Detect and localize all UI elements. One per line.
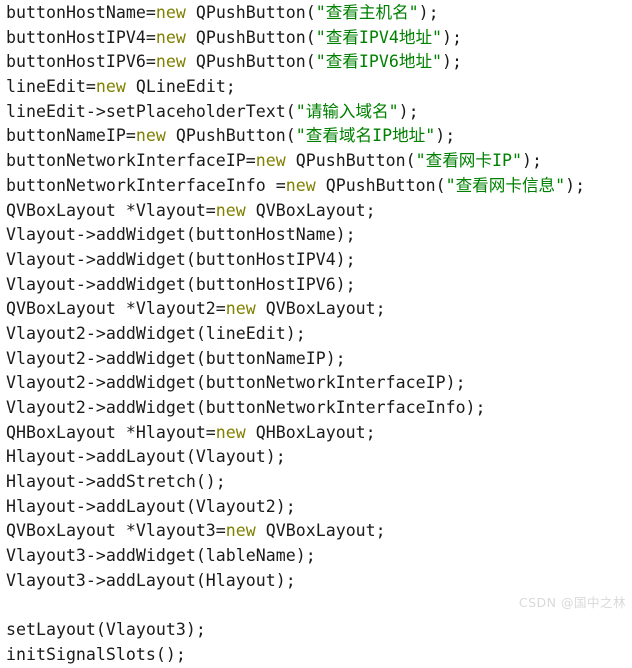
code-token-plain: ); [565, 175, 586, 195]
code-token-keyword: new [225, 521, 256, 541]
code-token-plain: QVBoxLayout; [255, 299, 386, 319]
code-token-plain: lineEdit->setPlaceholderText( [6, 101, 296, 121]
code-token-plain: QHBoxLayout *Hlayout= [6, 422, 216, 442]
code-block[interactable]: buttonHostName=new QPushButton("查看主机名");… [0, 0, 632, 664]
code-token-string: "查看IPV4地址" [315, 27, 443, 47]
code-token-keyword: new [155, 27, 186, 47]
code-line: initSignalSlots(); [6, 643, 632, 668]
code-line: Vlayout->addWidget(buttonHostIPV6); [6, 273, 632, 298]
code-token-keyword: new [225, 299, 256, 319]
code-line: buttonHostIPV4=new QPushButton("查看IPV4地址… [6, 26, 632, 51]
code-line: Vlayout->addWidget(buttonHostIPV4); [6, 248, 632, 273]
code-token-string: "请输入域名" [295, 101, 399, 121]
code-token-plain: QPushButton( [315, 175, 446, 195]
code-token-plain: Hlayout->addLayout(Vlayout); [6, 447, 286, 467]
code-line: Vlayout2->addWidget(buttonNetworkInterfa… [6, 396, 632, 421]
code-token-plain: QVBoxLayout *Vlayout= [6, 200, 216, 220]
code-token-plain: QVBoxLayout; [245, 200, 376, 220]
code-line: Vlayout3->addWidget(lableName); [6, 544, 632, 569]
code-token-plain: QPushButton( [185, 52, 316, 72]
code-line: QVBoxLayout *Vlayout3=new QVBoxLayout; [6, 519, 632, 544]
code-token-plain: Hlayout->addLayout(Vlayout2); [6, 496, 296, 516]
code-token-plain: Vlayout3->addLayout(Hlayout); [6, 570, 296, 590]
code-token-plain: ); [435, 126, 456, 146]
code-line: setLayout(Vlayout3); [6, 618, 632, 643]
code-token-plain: buttonNameIP= [6, 126, 136, 146]
code-token-plain: initSignalSlots(); [6, 644, 186, 664]
code-token-keyword: new [255, 151, 286, 171]
code-token-plain: buttonHostIPV4= [6, 27, 156, 47]
code-line: lineEdit->setPlaceholderText("请输入域名"); [6, 100, 632, 125]
code-token-string: "查看IPV6地址" [315, 52, 443, 72]
code-token-plain: QPushButton( [285, 151, 416, 171]
code-line: Vlayout2->addWidget(buttonNetworkInterfa… [6, 371, 632, 396]
code-line: buttonHostIPV6=new QPushButton("查看IPV6地址… [6, 50, 632, 75]
code-token-plain: Vlayout2->addWidget(lineEdit); [6, 323, 306, 343]
code-token-plain: buttonNetworkInterfaceIP= [6, 151, 256, 171]
code-line: QHBoxLayout *Hlayout=new QHBoxLayout; [6, 421, 632, 446]
code-token-plain: Vlayout->addWidget(buttonHostIPV6); [6, 274, 356, 294]
code-token-plain: setLayout(Vlayout3); [6, 620, 206, 640]
code-token-keyword: new [135, 126, 166, 146]
code-token-plain: QVBoxLayout *Vlayout3= [6, 521, 226, 541]
code-token-plain: Vlayout3->addWidget(lableName); [6, 546, 316, 566]
code-token-keyword: new [155, 52, 186, 72]
code-token-plain: QPushButton( [165, 126, 296, 146]
code-line: QVBoxLayout *Vlayout2=new QVBoxLayout; [6, 297, 632, 322]
code-token-keyword: new [215, 422, 246, 442]
code-token-plain: buttonNetworkInterfaceInfo = [6, 175, 286, 195]
code-token-plain: ); [398, 101, 419, 121]
code-line: Vlayout2->addWidget(lineEdit); [6, 322, 632, 347]
code-token-string: "查看主机名" [315, 3, 419, 22]
code-token-plain: Vlayout->addWidget(buttonHostName); [6, 225, 356, 245]
code-token-keyword: new [155, 3, 186, 22]
code-token-plain: lineEdit= [6, 77, 96, 97]
code-token-plain: ); [418, 3, 439, 22]
code-token-plain: Vlayout2->addWidget(buttonNetworkInterfa… [6, 398, 486, 417]
code-token-string: "查看域名IP地址" [295, 126, 436, 146]
code-line: buttonHostName=new QPushButton("查看主机名"); [6, 1, 632, 26]
code-line: lineEdit=new QLineEdit; [6, 75, 632, 100]
code-line: buttonNameIP=new QPushButton("查看域名IP地址")… [6, 124, 632, 149]
code-token-keyword: new [95, 77, 126, 97]
code-token-plain: buttonHostIPV6= [6, 52, 156, 72]
code-line: Vlayout2->addWidget(buttonNameIP); [6, 347, 632, 372]
code-token-plain: QPushButton( [185, 3, 316, 22]
code-token-plain: buttonHostName= [6, 3, 156, 22]
code-token-plain: Vlayout->addWidget(buttonHostIPV4); [6, 249, 356, 269]
code-line: Vlayout->addWidget(buttonHostName); [6, 223, 632, 248]
code-token-plain: QHBoxLayout; [245, 422, 376, 442]
code-token-plain: Vlayout2->addWidget(buttonNetworkInterfa… [6, 373, 466, 393]
code-line: QVBoxLayout *Vlayout=new QVBoxLayout; [6, 199, 632, 224]
code-line: Hlayout->addLayout(Vlayout); [6, 445, 632, 470]
code-token-plain: ); [442, 27, 463, 47]
code-token-plain: QVBoxLayout; [255, 521, 386, 541]
code-lines-container: buttonHostName=new QPushButton("查看主机名");… [6, 1, 632, 668]
code-line: Hlayout->addStretch(); [6, 470, 632, 495]
code-token-plain: Hlayout->addStretch(); [6, 472, 226, 492]
code-token-keyword: new [285, 175, 316, 195]
code-token-plain: QPushButton( [185, 27, 316, 47]
code-token-plain: QLineEdit; [125, 77, 236, 97]
code-token-plain: QVBoxLayout *Vlayout2= [6, 299, 226, 319]
code-token-plain: Vlayout2->addWidget(buttonNameIP); [6, 348, 346, 368]
code-line: Vlayout3->addLayout(Hlayout); [6, 569, 632, 594]
code-line: Hlayout->addLayout(Vlayout2); [6, 495, 632, 520]
code-line: buttonNetworkInterfaceInfo =new QPushBut… [6, 174, 632, 199]
code-token-plain: ); [521, 151, 542, 171]
code-token-string: "查看网卡信息" [445, 175, 566, 195]
code-line: buttonNetworkInterfaceIP=new QPushButton… [6, 149, 632, 174]
code-token-keyword: new [215, 200, 246, 220]
csdn-watermark: CSDN @国中之林 [518, 595, 626, 610]
code-token-plain: ); [442, 52, 463, 72]
code-token-string: "查看网卡IP" [415, 151, 522, 171]
